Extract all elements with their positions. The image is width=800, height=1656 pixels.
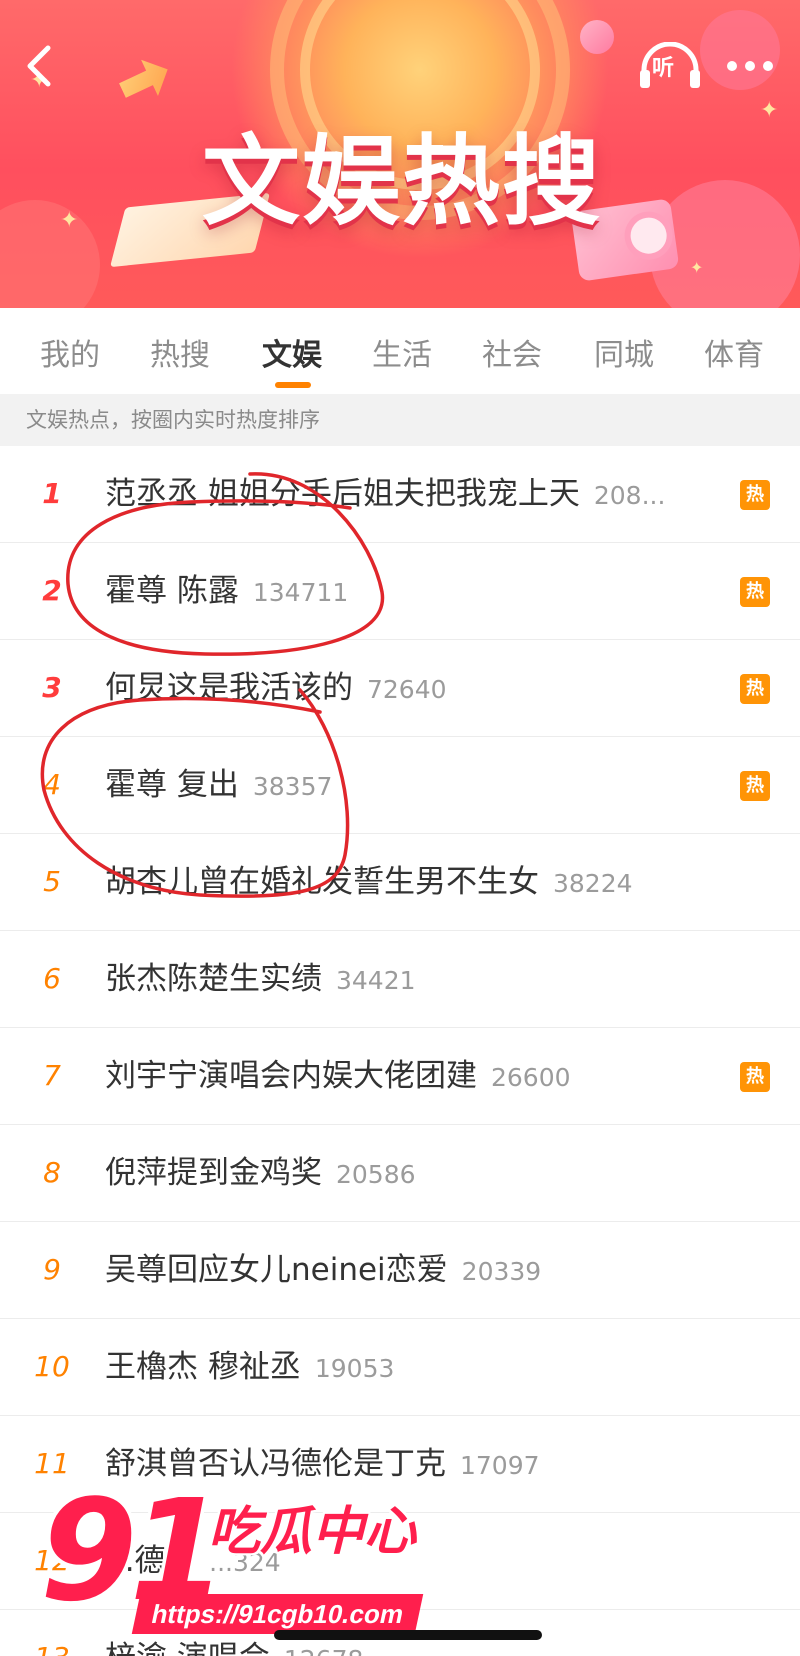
heat-count: 17097 [460, 1451, 540, 1480]
heat-count: 12678 [284, 1645, 364, 1656]
tab-mine[interactable]: 我的 [40, 330, 100, 373]
list-item-text: 霍尊 复出 38357 [105, 737, 332, 833]
list-item-title: 胡杏儿曾在婚礼发誓生男不生女 [105, 864, 539, 900]
rank-number: 6 [43, 962, 61, 995]
list-item[interactable]: 6 张杰陈楚生实绩 34421 [0, 931, 800, 1028]
list-item-text: 霍尊 陈露 134711 [105, 543, 348, 639]
tab-entertainment[interactable]: 文娱 [262, 330, 322, 373]
list-item-text: 胡杏儿曾在婚礼发誓生男不生女 38224 [105, 834, 633, 930]
tab-sports[interactable]: 体育 [704, 330, 764, 373]
list-item-title: 张杰陈楚生实绩 [105, 961, 322, 997]
watermark-text: 吃瓜中心 [208, 1502, 417, 1562]
list-item[interactable]: 3 何炅这是我活该的 72640 热 [0, 640, 800, 737]
hot-badge: 热 [740, 674, 770, 704]
more-dots-icon [727, 61, 773, 71]
hot-badge: 热 [740, 480, 770, 510]
list-item-title: 王櫓杰 穆祉丞 [105, 1349, 301, 1385]
back-button[interactable] [12, 38, 68, 94]
heat-count: 26600 [491, 1063, 571, 1092]
list-item[interactable]: 5 胡杏儿曾在婚礼发誓生男不生女 38224 [0, 834, 800, 931]
listen-button[interactable]: 听 [638, 42, 702, 90]
sparkle-icon: ✦ [760, 98, 779, 123]
heat-count: 38357 [252, 772, 333, 801]
listen-label: 听 [652, 56, 675, 81]
rank-number: 9 [43, 1253, 61, 1286]
tab-hot[interactable]: 热搜 [150, 330, 210, 373]
arrow-illustration [114, 51, 176, 108]
rank-number: 2 [42, 574, 62, 607]
rank-number: 10 [34, 1350, 70, 1383]
heat-count: 20586 [336, 1160, 416, 1189]
hot-badge: 热 [740, 577, 770, 607]
hot-badge: 热 [740, 1062, 770, 1092]
list-item-title: 吴尊回应女儿neinei恋爱 [105, 1252, 448, 1288]
list-item-title: 范丞丞 姐姐分手后姐夫把我宠上天 [105, 476, 580, 512]
list-item-title: 霍尊 复出 [105, 767, 239, 803]
banner-decoration [0, 200, 100, 308]
rank-number: 8 [43, 1156, 61, 1189]
hot-badge: 热 [740, 771, 770, 801]
list-item[interactable]: 1 范丞丞 姐姐分手后姐夫把我宠上天 208... 热 [0, 446, 800, 543]
heat-count: 134711 [252, 578, 349, 607]
list-item-title: 刘宇宁演唱会内娱大佬团建 [105, 1058, 477, 1094]
planet-illustration [580, 20, 614, 54]
tab-life[interactable]: 生活 [372, 330, 432, 373]
active-tab-indicator [275, 382, 311, 388]
heat-count: 19053 [314, 1354, 395, 1383]
heat-count: 72640 [367, 675, 447, 704]
list-item-text: 王櫓杰 穆祉丞 19053 [105, 1319, 394, 1415]
rank-number: 3 [42, 671, 62, 704]
category-tabs: 我的 热搜 文娱 生活 社会 同城 体育 [0, 308, 800, 392]
tab-local[interactable]: 同城 [594, 330, 654, 373]
list-item[interactable]: 10 王櫓杰 穆祉丞 19053 [0, 1319, 800, 1416]
tab-society[interactable]: 社会 [482, 330, 542, 373]
rank-number: 1 [42, 477, 62, 510]
rank-number: 5 [43, 865, 61, 898]
list-item-text: 刘宇宁演唱会内娱大佬团建 26600 [105, 1028, 571, 1124]
list-item[interactable]: 2 霍尊 陈露 134711 热 [0, 543, 800, 640]
list-item[interactable]: 4 霍尊 复出 38357 热 [0, 737, 800, 834]
list-item-text: 张杰陈楚生实绩 34421 [105, 931, 416, 1027]
header-banner: ✦ ✦ ✦ ✦ 文娱热搜 听 [0, 0, 800, 308]
home-indicator [274, 1630, 542, 1640]
chevron-left-icon [27, 45, 51, 87]
rank-number: 7 [43, 1059, 61, 1092]
sparkle-icon: ✦ [690, 258, 704, 277]
watermark-url: https://91cgb10.com [131, 1594, 424, 1634]
list-item-text: 吴尊回应女儿neinei恋爱 20339 [105, 1222, 541, 1318]
list-item-title: 梓渝 演唱会 [105, 1640, 270, 1656]
sparkle-icon: ✦ [60, 208, 79, 233]
list-item[interactable]: 8 倪萍提到金鸡奖 20586 [0, 1125, 800, 1222]
heat-count: 38224 [553, 869, 633, 898]
list-item-text: 何炅这是我活该的 72640 [105, 640, 447, 736]
heat-count: 34421 [336, 966, 416, 995]
list-item-title: 倪萍提到金鸡奖 [105, 1155, 322, 1191]
list-item[interactable]: 9 吴尊回应女儿neinei恋爱 20339 [0, 1222, 800, 1319]
watermark: 91 吃瓜中心 https://91cgb10.com [40, 1482, 460, 1642]
list-item-text: 范丞丞 姐姐分手后姐夫把我宠上天 208... [105, 446, 665, 542]
list-item-title: 霍尊 陈露 [105, 573, 239, 609]
heat-count: 208... [593, 481, 666, 510]
heat-count: 20339 [461, 1257, 542, 1286]
list-hint: 文娱热点，按圈内实时热度排序 [0, 394, 800, 446]
list-item[interactable]: 7 刘宇宁演唱会内娱大佬团建 26600 热 [0, 1028, 800, 1125]
list-item-title: 何炅这是我活该的 [105, 670, 353, 706]
more-button[interactable] [718, 44, 782, 88]
page-title: 文娱热搜 [201, 125, 602, 239]
rank-number: 4 [43, 768, 61, 801]
list-item-text: 倪萍提到金鸡奖 20586 [105, 1125, 416, 1221]
